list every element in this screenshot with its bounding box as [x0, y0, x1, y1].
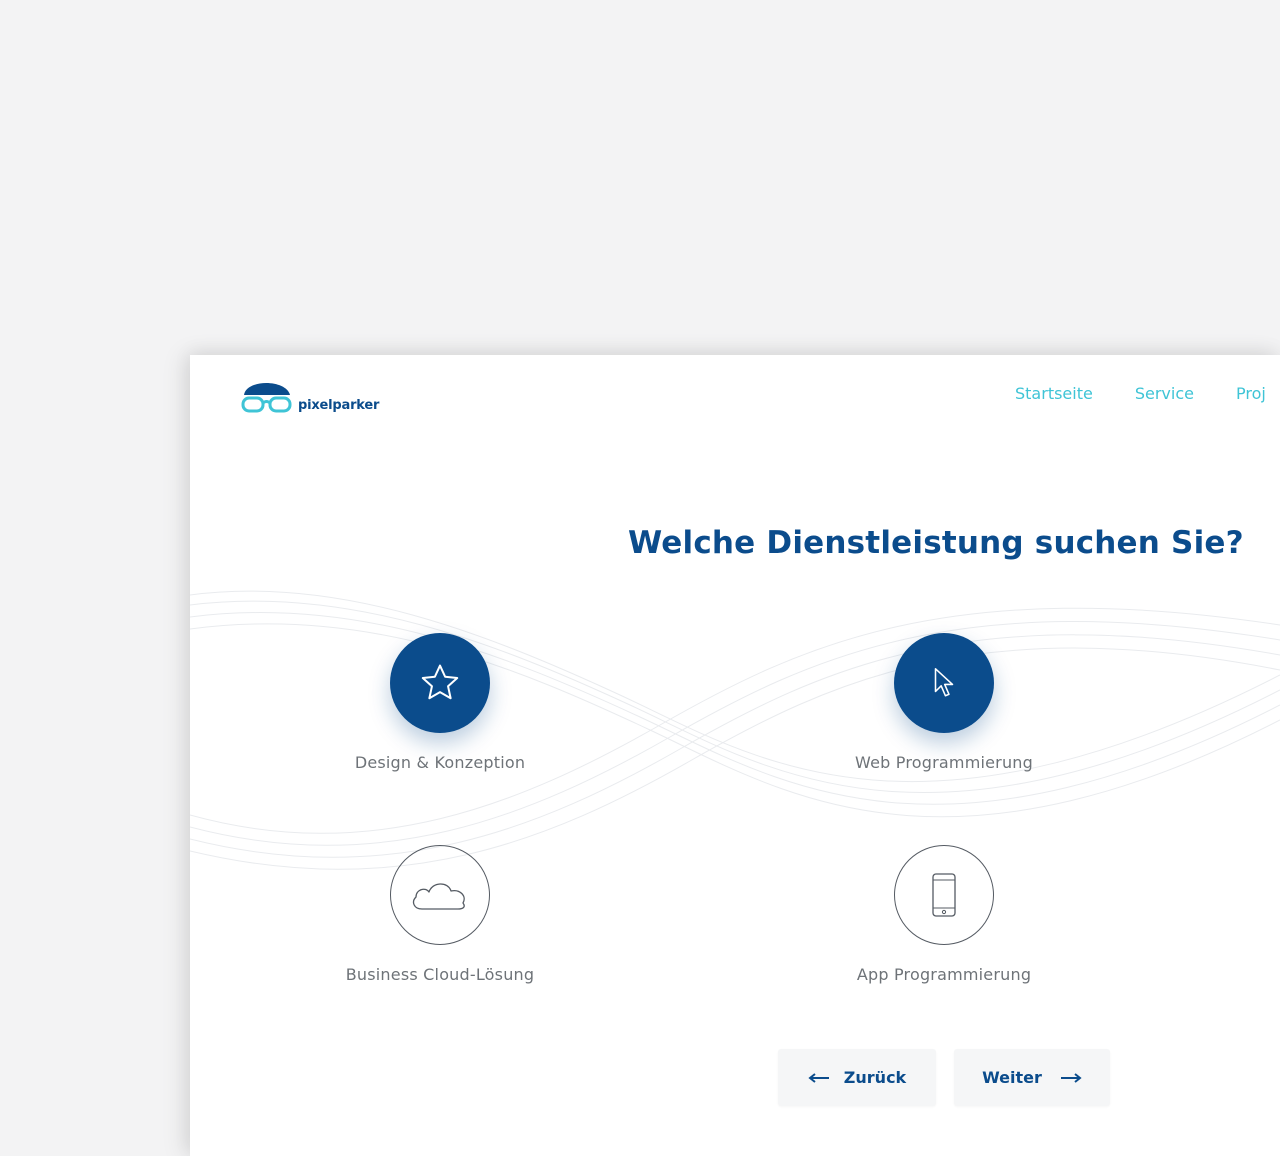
arrow-right-icon: [1060, 1072, 1082, 1083]
page-title: Welche Dienstleistung suchen Sie?: [628, 525, 1244, 561]
option-business-cloud[interactable]: Business Cloud-Lösung: [300, 845, 580, 984]
option-label: Web Programmierung: [855, 753, 1033, 772]
logo[interactable]: pixelparker: [240, 375, 380, 415]
cloud-icon: [412, 883, 465, 910]
nav-item-service[interactable]: Service: [1135, 384, 1194, 403]
main-nav: Startseite Service Proj: [1015, 384, 1280, 403]
option-icon-circle: [390, 633, 490, 733]
smartphone-icon: [932, 873, 956, 917]
option-icon-circle: [390, 845, 490, 945]
glasses-logo-icon: [241, 383, 292, 413]
nav-item-projekte[interactable]: Proj: [1236, 384, 1266, 403]
back-button-label: Zurück: [843, 1068, 907, 1087]
option-web-programmierung[interactable]: Web Programmierung: [804, 633, 1084, 772]
logo-text: pixelparker: [298, 398, 380, 413]
option-icon-circle: [894, 845, 994, 945]
next-button-label: Weiter: [982, 1068, 1042, 1087]
back-button[interactable]: Zurück: [778, 1049, 936, 1106]
page-window: pixelparker Startseite Service Proj Welc…: [190, 355, 1280, 1156]
star-icon: [421, 664, 459, 700]
option-label: Business Cloud-Lösung: [345, 965, 535, 984]
next-button[interactable]: Weiter: [954, 1049, 1110, 1106]
nav-item-startseite[interactable]: Startseite: [1015, 384, 1093, 403]
option-label: App Programmierung: [856, 965, 1032, 984]
cursor-icon: [934, 668, 954, 697]
option-app-programmierung[interactable]: App Programmierung: [804, 845, 1084, 984]
option-label: Design & Konzeption: [354, 753, 526, 772]
option-design-konzeption[interactable]: Design & Konzeption: [300, 633, 580, 772]
arrow-left-icon: [808, 1072, 829, 1083]
option-icon-circle: [894, 633, 994, 733]
